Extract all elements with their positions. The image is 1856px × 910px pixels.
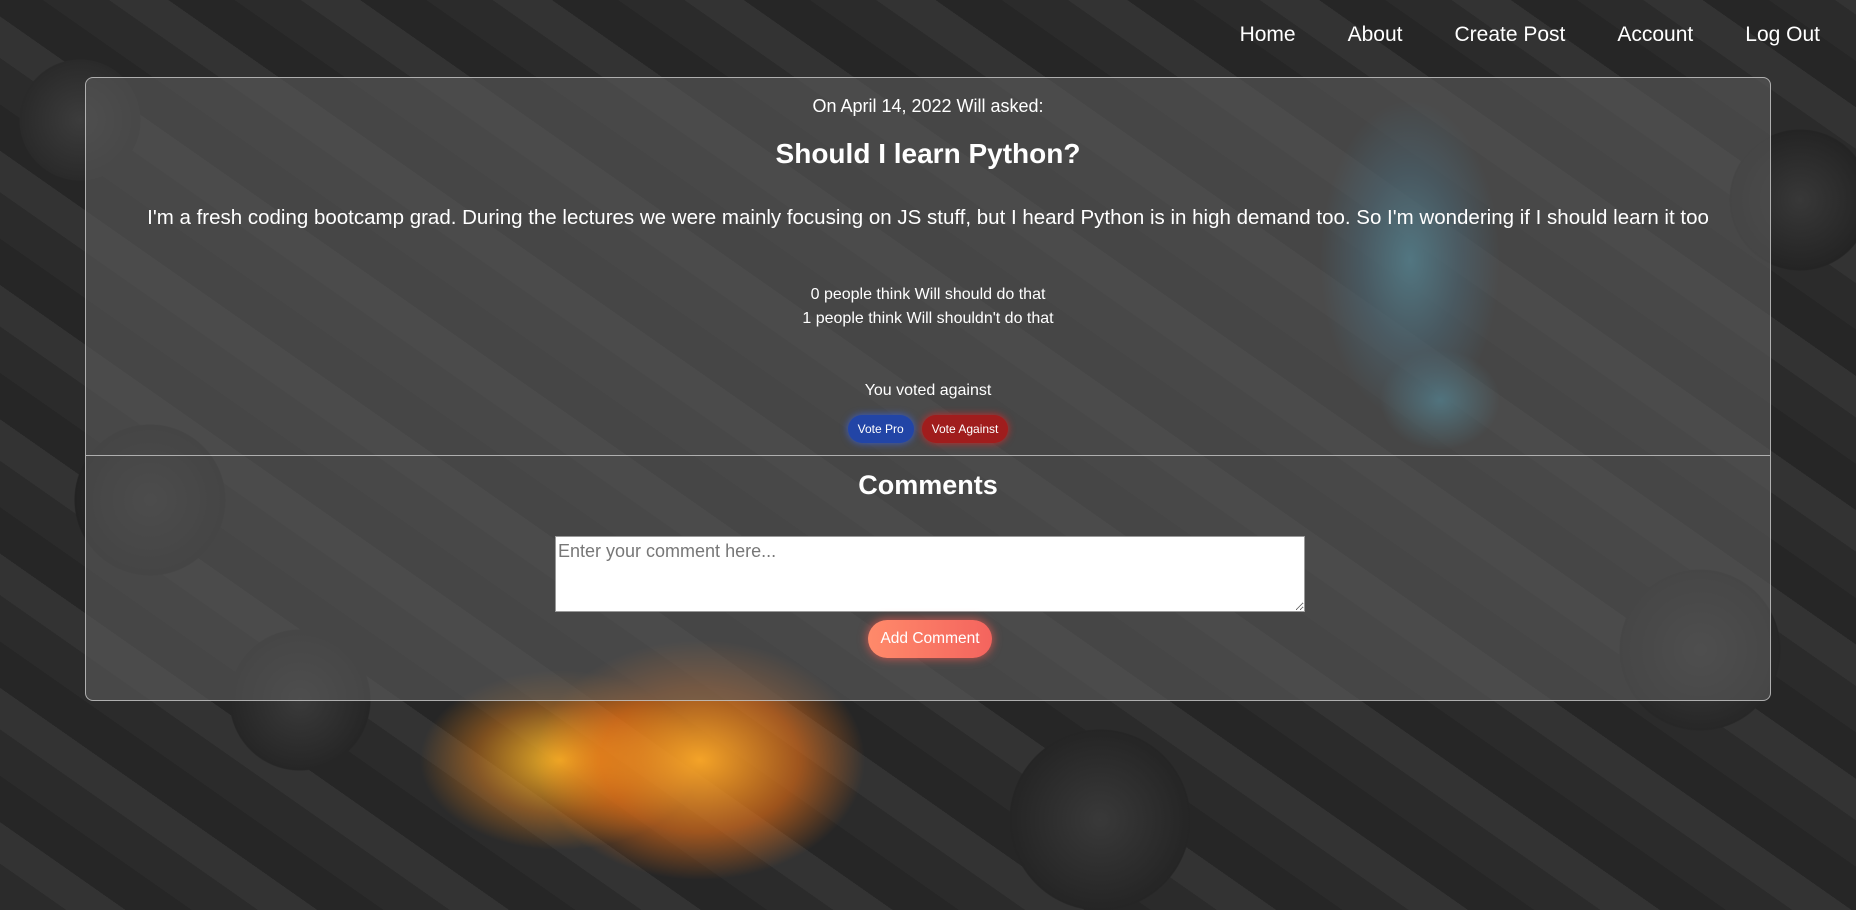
vote-status: You voted against	[864, 382, 992, 399]
post-title: Should I learn Python?	[775, 138, 1081, 169]
nav-about-link[interactable]: About	[1348, 23, 1403, 47]
vote-tally: 0 people think Will should do that 1 peo…	[86, 283, 1770, 331]
post-meta: On April 14, 2022 Will asked:	[812, 96, 1044, 116]
post-section: On April 14, 2022 Will asked: Should I l…	[86, 78, 1770, 456]
add-comment-button[interactable]: Add Comment	[868, 620, 992, 658]
nav-account-link[interactable]: Account	[1617, 23, 1693, 47]
vote-buttons: Vote Pro Vote Against	[86, 415, 1770, 443]
nav-log-out-link[interactable]: Log Out	[1745, 23, 1820, 47]
post-card: On April 14, 2022 Will asked: Should I l…	[85, 77, 1771, 701]
top-nav: Home About Create Post Account Log Out	[1240, 0, 1856, 70]
vote-against-button[interactable]: Vote Against	[921, 415, 1009, 443]
nav-home-link[interactable]: Home	[1240, 23, 1296, 47]
comments-heading: Comments	[858, 470, 998, 500]
post-body: I'm a fresh coding bootcamp grad. During…	[147, 206, 1709, 229]
against-count-text: 1 people think Will shouldn't do that	[802, 310, 1054, 327]
nav-create-post-link[interactable]: Create Post	[1454, 23, 1565, 47]
vote-pro-button[interactable]: Vote Pro	[847, 415, 914, 443]
comment-input[interactable]	[555, 536, 1305, 612]
pro-count-text: 0 people think Will should do that	[810, 286, 1046, 303]
